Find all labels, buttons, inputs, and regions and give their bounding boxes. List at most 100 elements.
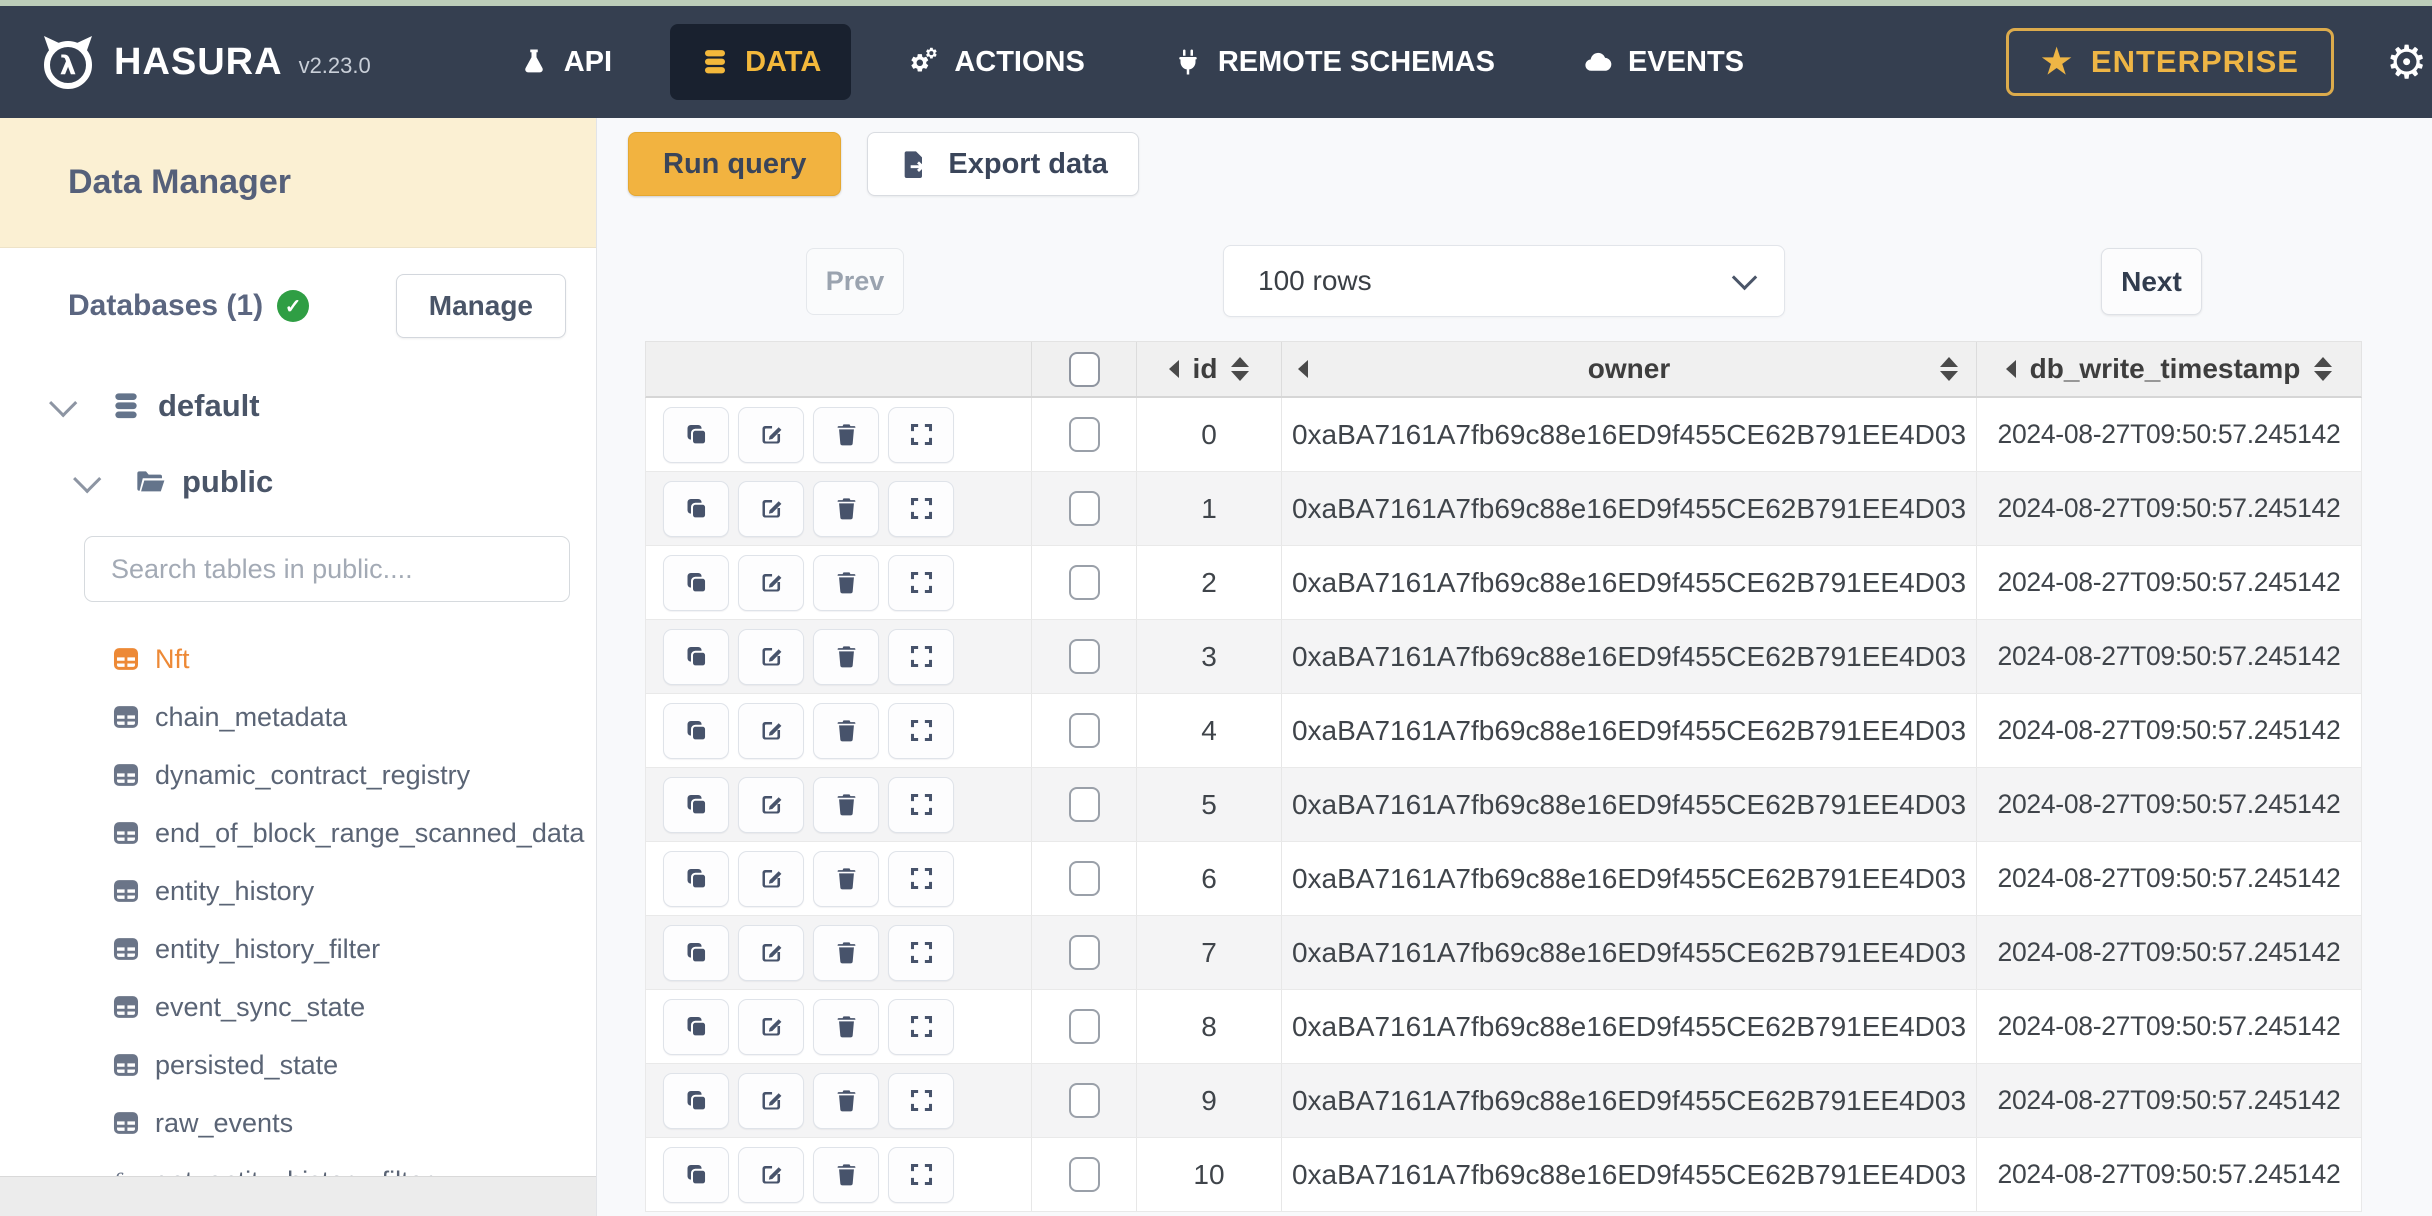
tree-item-database-default[interactable]: default — [0, 368, 596, 444]
delete-row-button[interactable] — [813, 998, 879, 1055]
expand-row-button[interactable] — [888, 998, 954, 1055]
sort-icon[interactable] — [2314, 357, 2333, 381]
expand-row-button[interactable] — [888, 628, 954, 685]
clone-row-button[interactable] — [663, 628, 729, 685]
table-row: 10 0xaBA7161A7fb69c88e16ED9f455CE62B791EE… — [645, 1138, 2362, 1212]
enterprise-button[interactable]: ★ ENTERPRISE — [2006, 28, 2334, 96]
edit-row-button[interactable] — [738, 1146, 804, 1203]
hasura-logo[interactable]: λ HASURA — [36, 30, 283, 94]
clone-row-button[interactable] — [663, 776, 729, 833]
collapse-column-icon[interactable] — [2005, 360, 2016, 378]
edit-row-button[interactable] — [738, 554, 804, 611]
row-checkbox[interactable] — [1068, 1157, 1100, 1192]
collapse-column-icon[interactable] — [1298, 360, 1308, 378]
expand-row-button[interactable] — [888, 1146, 954, 1203]
collapse-column-icon[interactable] — [1168, 360, 1179, 378]
header-column-id[interactable]: id — [1136, 342, 1281, 396]
sidebar-table-item-Nft[interactable]: Nft — [0, 630, 596, 688]
tree-item-schema-public[interactable]: public — [0, 444, 596, 520]
nav-item-actions[interactable]: ACTIONS — [879, 24, 1115, 100]
table-header-row: id owner db_write_timestamp — [645, 341, 2362, 398]
delete-row-button[interactable] — [813, 406, 879, 463]
expand-row-button[interactable] — [888, 554, 954, 611]
delete-row-button[interactable] — [813, 628, 879, 685]
expand-row-button[interactable] — [888, 924, 954, 981]
delete-row-button[interactable] — [813, 850, 879, 907]
row-checkbox[interactable] — [1068, 861, 1100, 896]
edit-row-button[interactable] — [738, 924, 804, 981]
search-tables-input[interactable] — [84, 536, 570, 602]
delete-row-button[interactable] — [813, 924, 879, 981]
chevron-down-icon[interactable] — [73, 465, 102, 494]
expand-row-button[interactable] — [888, 1072, 954, 1129]
sidebar-table-item-event_sync_state[interactable]: event_sync_state — [0, 978, 596, 1036]
clone-row-button[interactable] — [663, 554, 729, 611]
header-column-db-write-timestamp[interactable]: db_write_timestamp — [1976, 342, 2361, 396]
select-all-checkbox[interactable] — [1068, 351, 1100, 387]
row-actions-cell — [646, 768, 1031, 841]
table-icon — [112, 819, 140, 847]
row-checkbox[interactable] — [1068, 1009, 1100, 1044]
expand-row-button[interactable] — [888, 850, 954, 907]
next-page-button[interactable]: Next — [2101, 248, 2202, 315]
settings-gear-icon[interactable]: ⚙ — [2386, 39, 2432, 85]
row-checkbox[interactable] — [1068, 417, 1100, 452]
row-checkbox[interactable] — [1068, 787, 1100, 822]
clone-row-button[interactable] — [663, 1146, 729, 1203]
expand-row-button[interactable] — [888, 406, 954, 463]
sidebar-table-item-chain_metadata[interactable]: chain_metadata — [0, 688, 596, 746]
header-column-owner[interactable]: owner — [1281, 342, 1976, 396]
sidebar-table-item-persisted_state[interactable]: persisted_state — [0, 1036, 596, 1094]
chevron-down-icon[interactable] — [49, 389, 78, 418]
row-checkbox[interactable] — [1068, 639, 1100, 674]
delete-row-button[interactable] — [813, 554, 879, 611]
clone-row-button[interactable] — [663, 406, 729, 463]
prev-page-button[interactable]: Prev — [806, 248, 904, 315]
clone-row-button[interactable] — [663, 702, 729, 759]
expand-row-button[interactable] — [888, 776, 954, 833]
run-query-button[interactable]: Run query — [628, 132, 842, 196]
row-checkbox[interactable] — [1068, 565, 1100, 600]
row-checkbox[interactable] — [1068, 935, 1100, 970]
sidebar-table-item-dynamic_contract_registry[interactable]: dynamic_contract_registry — [0, 746, 596, 804]
edit-row-button[interactable] — [738, 480, 804, 537]
edit-row-button[interactable] — [738, 776, 804, 833]
rows-per-page-select[interactable]: 100 rows — [1223, 245, 1785, 317]
expand-icon — [908, 1161, 935, 1188]
delete-row-button[interactable] — [813, 776, 879, 833]
clone-row-button[interactable] — [663, 924, 729, 981]
delete-row-button[interactable] — [813, 1146, 879, 1203]
nav-item-data[interactable]: DATA — [670, 24, 852, 100]
nav-item-events[interactable]: EVENTS — [1553, 24, 1774, 100]
sort-icon[interactable] — [1231, 357, 1250, 381]
row-checkbox[interactable] — [1068, 1083, 1100, 1118]
expand-row-button[interactable] — [888, 480, 954, 537]
delete-row-button[interactable] — [813, 702, 879, 759]
manage-button[interactable]: Manage — [395, 274, 566, 338]
sidebar-table-item-end_of_block_range_scanned_data[interactable]: end_of_block_range_scanned_data — [0, 804, 596, 862]
edit-row-button[interactable] — [738, 702, 804, 759]
edit-row-button[interactable] — [738, 628, 804, 685]
delete-row-button[interactable] — [813, 1072, 879, 1129]
sort-icon[interactable] — [1940, 357, 1958, 381]
clone-row-button[interactable] — [663, 480, 729, 537]
nav-item-remote-schemas[interactable]: REMOTE SCHEMAS — [1143, 24, 1525, 100]
cell-db-write-timestamp: 2024-08-27T09:50:57.245142 — [1976, 398, 2361, 471]
sidebar-table-item-raw_events[interactable]: raw_events — [0, 1094, 596, 1152]
edit-row-button[interactable] — [738, 406, 804, 463]
edit-row-button[interactable] — [738, 850, 804, 907]
edit-row-button[interactable] — [738, 1072, 804, 1129]
row-checkbox[interactable] — [1068, 713, 1100, 748]
edit-row-button[interactable] — [738, 998, 804, 1055]
nav-item-api[interactable]: API — [489, 24, 642, 100]
delete-row-button[interactable] — [813, 480, 879, 537]
export-data-button[interactable]: Export data — [867, 132, 1139, 196]
clone-row-button[interactable] — [663, 1072, 729, 1129]
sidebar-table-item-entity_history[interactable]: entity_history — [0, 862, 596, 920]
expand-row-button[interactable] — [888, 702, 954, 759]
clone-row-button[interactable] — [663, 998, 729, 1055]
sidebar-table-item-entity_history_filter[interactable]: entity_history_filter — [0, 920, 596, 978]
sidebar-title: Data Manager — [0, 118, 596, 248]
clone-row-button[interactable] — [663, 850, 729, 907]
row-checkbox[interactable] — [1068, 491, 1100, 526]
